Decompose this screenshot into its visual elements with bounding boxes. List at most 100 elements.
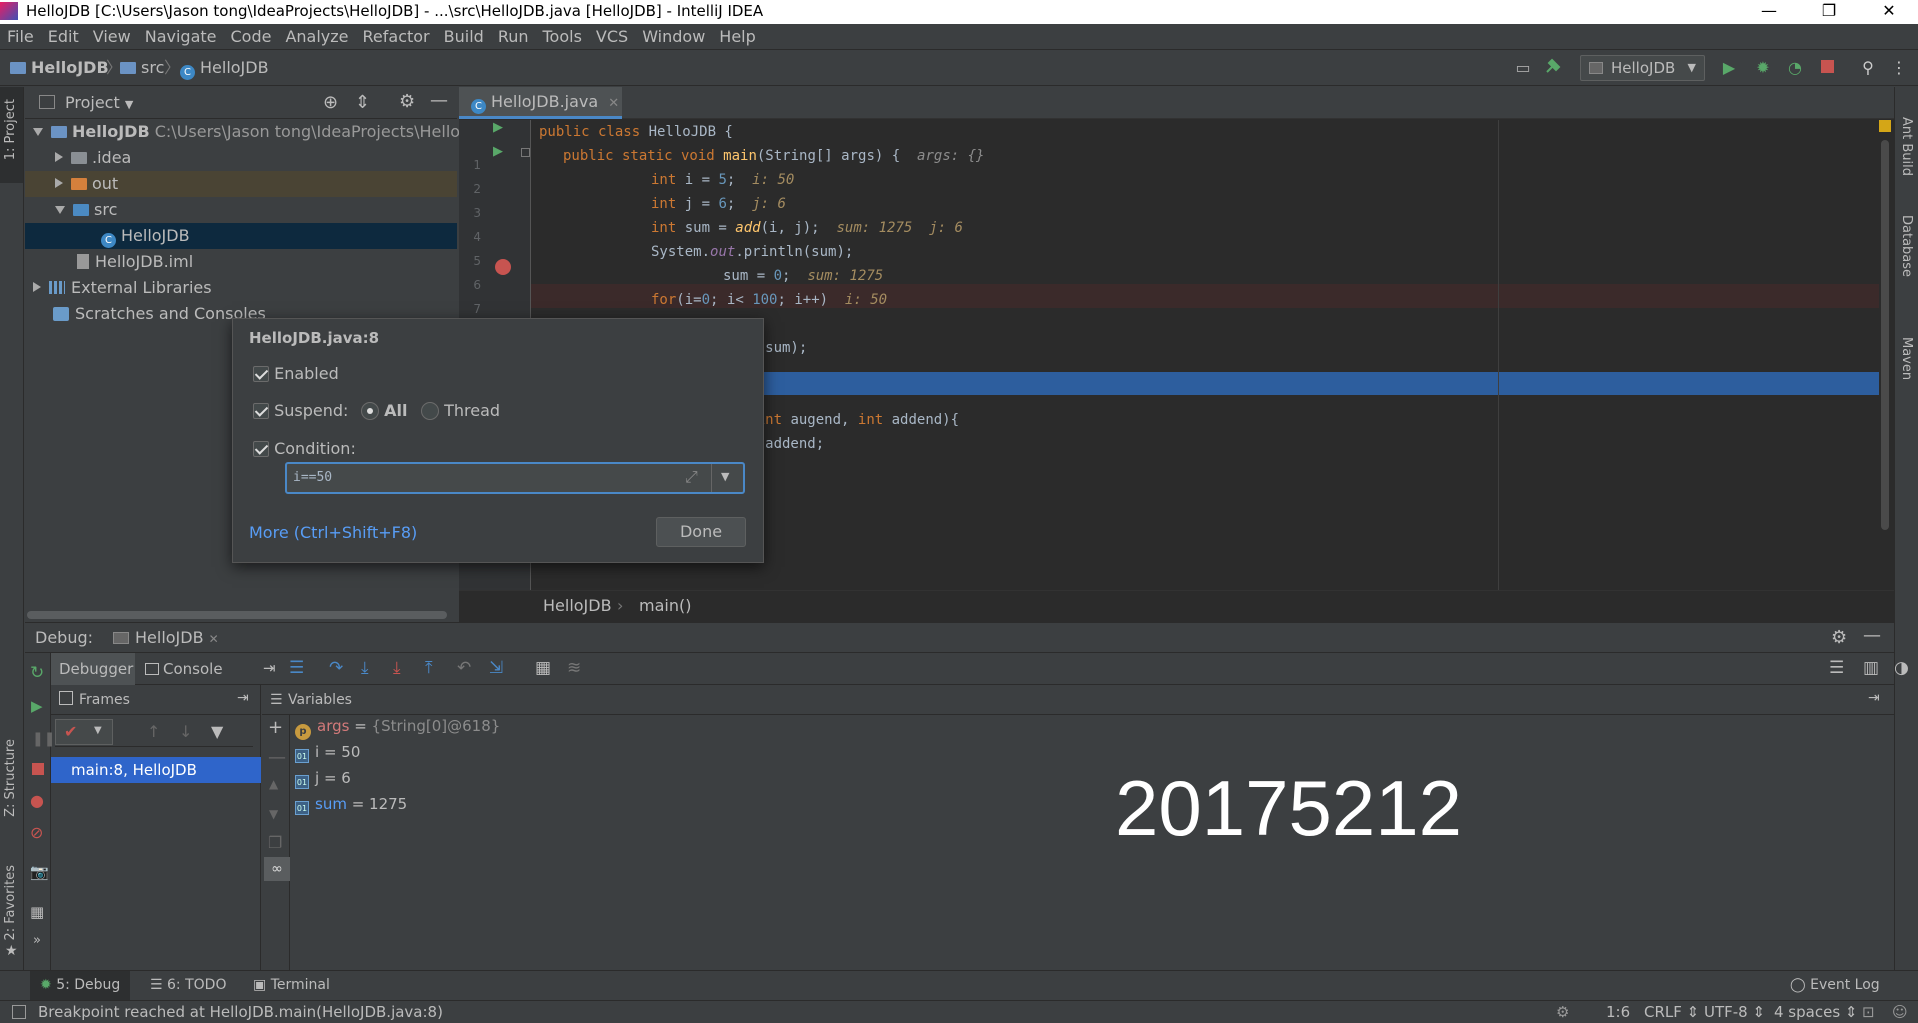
suspend-thread-radio[interactable]: Thread bbox=[421, 401, 500, 420]
restore-button[interactable]: ❐ bbox=[1806, 0, 1852, 22]
inspector-icon[interactable]: ☺ bbox=[1892, 1001, 1908, 1023]
tool-tab-terminal[interactable]: ▣ Terminal bbox=[253, 971, 330, 1000]
show-execution-point-icon[interactable]: ☰ bbox=[289, 658, 304, 678]
toggle-tool-windows-icon[interactable] bbox=[12, 1005, 26, 1019]
breadcrumb-method[interactable]: main() bbox=[639, 591, 691, 621]
radio-unselected[interactable] bbox=[421, 402, 439, 420]
copy-icon[interactable]: ❐ bbox=[268, 833, 282, 852]
breadcrumb-class[interactable]: HelloJDB bbox=[543, 591, 612, 621]
menu-tools[interactable]: Tools bbox=[536, 24, 589, 50]
tree-item-hellojdb-class[interactable]: C HelloJDB bbox=[25, 223, 457, 249]
condition-option[interactable]: Condition: bbox=[253, 439, 356, 458]
file-encoding[interactable]: UTF-8 ⇕ bbox=[1704, 1001, 1765, 1023]
debug-bug-icon[interactable]: ✹ bbox=[1752, 57, 1774, 79]
rerun-icon[interactable]: ↻ bbox=[30, 663, 44, 683]
tree-item-iml[interactable]: HelloJDB.iml bbox=[25, 249, 457, 275]
menu-view[interactable]: View bbox=[86, 24, 138, 50]
force-step-into-icon[interactable]: ⤓ bbox=[393, 658, 401, 678]
gear-icon[interactable]: ⚙ bbox=[399, 91, 415, 112]
tree-item-src[interactable]: src bbox=[25, 197, 457, 223]
suspend-option[interactable]: Suspend: bbox=[253, 401, 348, 420]
hide-panel-icon[interactable]: — bbox=[1863, 625, 1881, 646]
evaluate-expression-icon[interactable]: ▦ bbox=[535, 658, 551, 678]
thread-select[interactable]: ✔ ▼ bbox=[55, 719, 113, 745]
camera-icon[interactable]: 📷 bbox=[30, 863, 49, 881]
stop-icon[interactable] bbox=[1816, 57, 1838, 79]
resume-icon[interactable]: ▶ bbox=[31, 697, 43, 715]
tree-item-project-root[interactable]: HelloJDB C:\Users\Jason tong\IdeaProject… bbox=[25, 119, 488, 145]
lock-icon[interactable]: ⊡ bbox=[1862, 1001, 1875, 1023]
hide-panel-icon[interactable]: — bbox=[430, 90, 448, 111]
more-chevron-icon[interactable]: » bbox=[33, 933, 41, 948]
enabled-option[interactable]: Enabled bbox=[253, 364, 339, 383]
tree-item-out[interactable]: out bbox=[25, 171, 457, 197]
menu-window[interactable]: Window bbox=[635, 24, 712, 50]
breadcrumb-src[interactable]: src bbox=[120, 50, 164, 86]
more-icon[interactable]: ⋮ bbox=[1888, 57, 1910, 79]
menu-code[interactable]: Code bbox=[224, 24, 279, 50]
breadcrumb-class[interactable]: C HelloJDB bbox=[180, 50, 269, 86]
menu-help[interactable]: Help bbox=[712, 24, 762, 50]
menu-edit[interactable]: Edit bbox=[41, 24, 86, 50]
radio-selected[interactable] bbox=[361, 402, 379, 420]
tool-tab-todo[interactable]: ☰ 6: TODO bbox=[150, 971, 226, 1000]
frame-up-icon[interactable]: ↑ bbox=[147, 722, 160, 741]
minimize-button[interactable]: — bbox=[1746, 0, 1792, 22]
editor-scroll-gutter[interactable] bbox=[1879, 120, 1891, 590]
project-structure-icon[interactable]: ▭ bbox=[1512, 57, 1534, 79]
frame-item[interactable]: main:8, HelloJDB bbox=[51, 757, 261, 783]
tool-tab-maven[interactable]: Maven bbox=[1899, 337, 1914, 380]
menu-run[interactable]: Run bbox=[491, 24, 536, 50]
tree-item-idea[interactable]: .idea bbox=[25, 145, 457, 171]
warning-marker[interactable] bbox=[1879, 120, 1891, 132]
tab-console[interactable]: Console bbox=[145, 653, 223, 685]
breadcrumb-project[interactable]: HelloJDB bbox=[10, 50, 109, 86]
drop-frame-icon[interactable]: ↶ bbox=[457, 658, 471, 678]
memory-icon[interactable]: ▥ bbox=[1863, 658, 1879, 678]
tool-tab-favorites[interactable]: 2: Favorites bbox=[3, 865, 18, 941]
remove-watch-icon[interactable]: — bbox=[268, 747, 286, 768]
run-gutter-icon[interactable]: ▶ bbox=[493, 120, 503, 135]
restore-layout-icon[interactable]: ⇥ bbox=[237, 690, 249, 706]
menu-vcs[interactable]: VCS bbox=[589, 24, 635, 50]
fold-icon[interactable] bbox=[521, 148, 530, 157]
tool-tab-database[interactable]: Database bbox=[1899, 215, 1914, 277]
tool-tab-project[interactable]: 1: Project bbox=[3, 99, 18, 160]
move-down-icon[interactable]: ▼ bbox=[269, 807, 278, 821]
indent-setting[interactable]: 4 spaces ⇕ bbox=[1774, 1001, 1857, 1023]
editor-tab-hellojdb[interactable]: C HelloJDB.java ✕ bbox=[459, 87, 622, 119]
variable-args[interactable]: p args = {String[0]@618} bbox=[295, 713, 500, 740]
stop-icon[interactable] bbox=[32, 763, 44, 775]
tree-item-external-libraries[interactable]: External Libraries bbox=[25, 275, 457, 301]
gear-icon[interactable]: ⚙ bbox=[1831, 627, 1847, 648]
locate-icon[interactable]: ⊕ bbox=[323, 92, 338, 113]
vertical-scrollbar-thumb[interactable] bbox=[1881, 140, 1889, 530]
step-over-icon[interactable]: ↷ bbox=[329, 658, 343, 678]
close-tab-icon[interactable]: ✕ bbox=[608, 96, 619, 111]
threads-icon[interactable]: ☰ bbox=[1829, 658, 1844, 678]
run-gutter-icon[interactable]: ▶ bbox=[493, 144, 503, 159]
tool-tab-debug[interactable]: ✹ 5: Debug bbox=[30, 971, 130, 1000]
variable-i[interactable]: 01 i = 50 bbox=[295, 739, 360, 765]
layout-icon[interactable]: ▦ bbox=[30, 903, 44, 921]
menu-refactor[interactable]: Refactor bbox=[356, 24, 437, 50]
build-hammer-icon[interactable] bbox=[1542, 57, 1564, 79]
settings-icon[interactable]: ⚙ bbox=[1556, 1001, 1569, 1023]
condition-input[interactable]: i==50 ⤢ ▼ bbox=[285, 462, 745, 494]
menu-navigate[interactable]: Navigate bbox=[138, 24, 224, 50]
variable-sum[interactable]: 01 sum = 1275 bbox=[295, 791, 407, 817]
step-into-icon[interactable]: ⤓ bbox=[361, 658, 369, 678]
more-link[interactable]: More (Ctrl+Shift+F8) bbox=[249, 523, 417, 542]
coverage-icon[interactable]: ◔ bbox=[1784, 57, 1806, 79]
horizontal-scrollbar[interactable] bbox=[27, 611, 447, 619]
frame-down-icon[interactable]: ↓ bbox=[179, 722, 192, 741]
menu-analyze[interactable]: Analyze bbox=[278, 24, 355, 50]
tab-debugger[interactable]: Debugger bbox=[51, 653, 135, 685]
event-log-button[interactable]: ◯ Event Log bbox=[1790, 971, 1880, 1000]
menu-build[interactable]: Build bbox=[437, 24, 491, 50]
move-up-icon[interactable]: ▲ bbox=[269, 777, 278, 791]
enabled-checkbox[interactable] bbox=[253, 366, 269, 382]
run-configuration-select[interactable]: HelloJDB ▼ bbox=[1580, 55, 1705, 81]
overhead-icon[interactable]: ◑ bbox=[1894, 658, 1909, 678]
search-icon[interactable]: ⚲ bbox=[1857, 57, 1879, 79]
